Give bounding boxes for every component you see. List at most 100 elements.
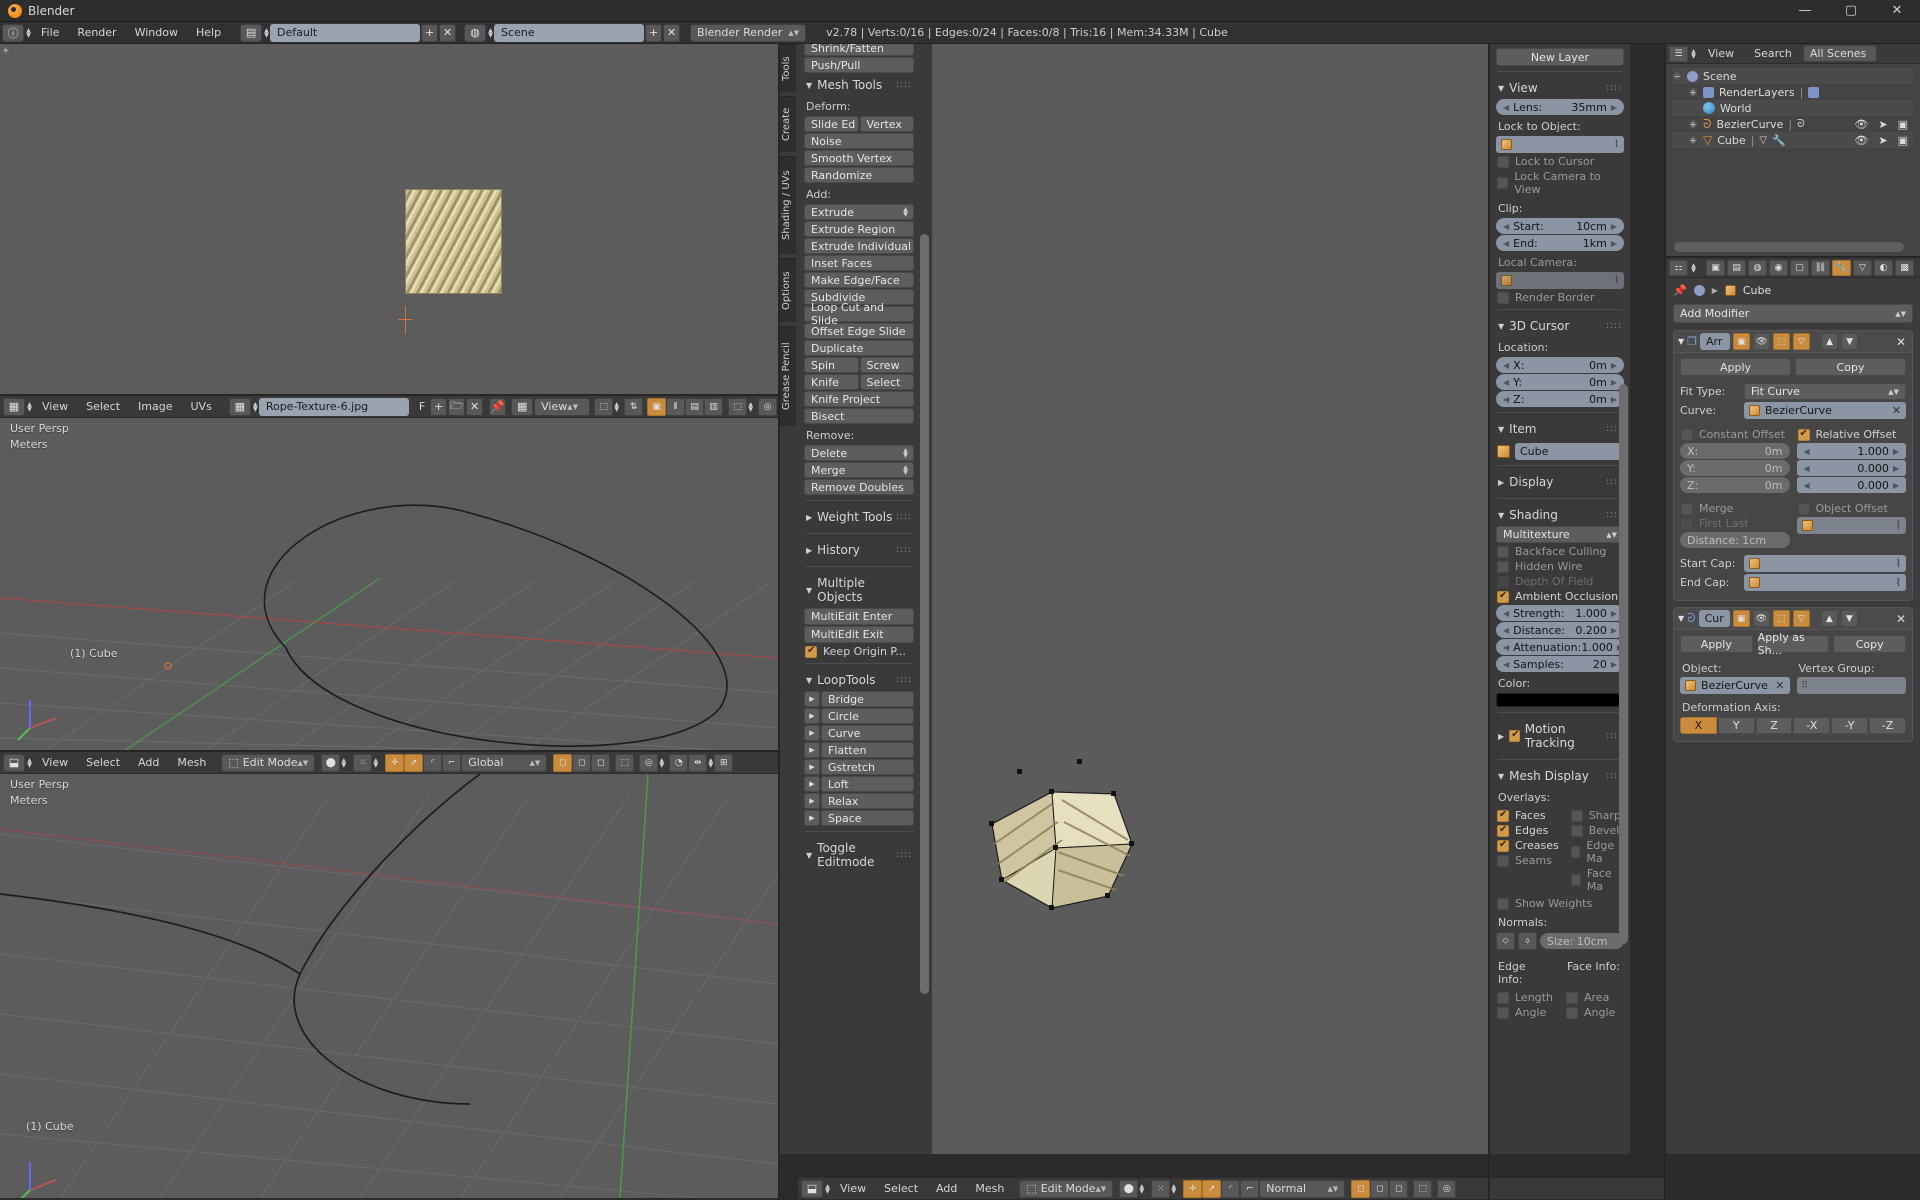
layer-button-2[interactable]: ◻ <box>572 753 592 772</box>
selectability-cursor-icon[interactable]: ➤ <box>1878 134 1887 147</box>
scale-manipulator-icon-right[interactable]: ⌐ <box>1240 1179 1260 1198</box>
viewport-editor-type-spinner-icon[interactable]: ▲ ▼ <box>26 754 33 772</box>
add-object-icon[interactable]: ⊞ <box>714 753 734 772</box>
eyedropper-icon[interactable]: ⌇ <box>1896 519 1901 532</box>
axis-y-button[interactable]: Y <box>1717 717 1755 734</box>
keep-origin-checkbox-icon[interactable] <box>805 645 817 658</box>
array-apply-button[interactable]: Apply <box>1680 358 1791 376</box>
looptool-space[interactable]: Space <box>821 810 914 826</box>
viewport-right-editor-spinner-icon[interactable]: ▲ ▼ <box>824 1180 831 1198</box>
checkbox-face-marks[interactable]: Face Ma <box>1570 867 1623 893</box>
backface-culling-checkbox-icon[interactable] <box>1497 545 1509 558</box>
object-offset-checkbox-icon[interactable] <box>1797 502 1810 515</box>
rel-y-inc-icon[interactable]: ▶ <box>1893 464 1899 473</box>
pivot-spinner-right[interactable]: ▲ ▼ <box>1170 1180 1177 1198</box>
tool-shrink-fatten[interactable]: Shrink/Fatten <box>804 44 914 56</box>
manipulator-toggle-icon[interactable]: ✛ <box>385 753 405 772</box>
add-scene-button[interactable]: + <box>645 23 663 42</box>
outliner-row-world[interactable]: World <box>1672 100 1914 116</box>
constraints-properties-icon[interactable]: ⛓ <box>1811 259 1830 276</box>
transform-orientation-select[interactable]: Global ▲▼ <box>461 753 548 772</box>
tab-grease-pencil[interactable]: Grease Pencil <box>780 326 796 426</box>
checkbox-creases[interactable]: Creases <box>1497 839 1559 852</box>
image-browse-icon[interactable]: ▦ <box>228 397 251 416</box>
tool-bisect[interactable]: Bisect <box>804 408 914 424</box>
uv-editor-type-icon[interactable]: ▦ <box>3 397 25 416</box>
tool-multiedit-enter[interactable]: MultiEdit Enter <box>804 608 914 625</box>
edit-mode-display-icon[interactable]: ⬚ <box>1772 610 1790 627</box>
cursor-y-inc-icon[interactable]: ▶ <box>1611 378 1617 387</box>
lens-inc-icon[interactable]: ▶ <box>1611 103 1617 112</box>
rel-x-dec-icon[interactable]: ◀ <box>1804 447 1810 456</box>
n-panel-scrollbar[interactable] <box>1619 384 1628 944</box>
vpr-menu-select[interactable]: Select <box>875 1182 927 1195</box>
screen-layout-icon[interactable]: ▤ <box>240 23 263 42</box>
tool-slide-edge[interactable]: Slide Ed <box>804 116 859 132</box>
uv-sticky-vertex-icon[interactable]: ▣ <box>647 397 667 416</box>
tool-randomize[interactable]: Randomize <box>804 167 914 183</box>
looptool-curve[interactable]: Curve <box>821 725 914 741</box>
looptool-expand-icon[interactable]: ▶ <box>804 810 820 826</box>
tool-spin[interactable]: Spin <box>804 357 859 373</box>
move-up-icon[interactable]: ▲ <box>1821 333 1839 350</box>
cursor-z-field[interactable]: ◀ Z: 0m ▶ <box>1496 391 1624 407</box>
move-down-icon[interactable]: ▼ <box>1841 333 1859 350</box>
array-copy-button[interactable]: Copy <box>1795 358 1906 376</box>
normals-vertex-icon[interactable]: ⬦ <box>1496 932 1515 950</box>
clip-start-field[interactable]: ◀ Start: 10cm ▶ <box>1496 218 1624 234</box>
manipulator-toggle-icon-right[interactable]: ✛ <box>1183 1179 1203 1198</box>
uv-menu-select[interactable]: Select <box>77 400 129 413</box>
cursor-x-field[interactable]: ◀ X: 0m ▶ <box>1496 357 1624 373</box>
interaction-mode-select[interactable]: ⬚ Edit Mode ▲▼ <box>221 753 316 772</box>
fake-user-button[interactable]: F <box>415 400 429 413</box>
area-splitter-vertical-2[interactable] <box>1488 44 1490 1200</box>
screen-layout-spinner-icon[interactable]: ▲ ▼ <box>263 24 270 42</box>
curve-vertex-group-field[interactable]: ⠿ <box>1796 677 1906 694</box>
viewport-shading-icon-right[interactable]: ⬤ <box>1119 1179 1139 1198</box>
layer-button-1[interactable]: ◻ <box>553 753 573 772</box>
tool-push-pull[interactable]: Push/Pull <box>804 57 914 73</box>
merge-checkbox-icon[interactable] <box>1681 502 1693 515</box>
uv-view-mode-icon[interactable]: ▦ <box>511 397 534 416</box>
constant-offset-checkbox-icon[interactable] <box>1681 428 1693 441</box>
vp-menu-add[interactable]: Add <box>129 756 168 769</box>
delete-modifier-icon[interactable]: ✕ <box>1896 335 1908 349</box>
cursor-x-dec-icon[interactable]: ◀ <box>1503 361 1509 370</box>
array-offset-object-field[interactable]: ⌇ <box>1796 517 1906 534</box>
render-border-checkbox-icon[interactable] <box>1497 291 1509 304</box>
viewport-shading-spinner-icon[interactable]: ▲ ▼ <box>340 754 347 772</box>
proportional-edit-icon-right[interactable]: ⬚ <box>1413 1179 1433 1198</box>
scene-field[interactable]: Scene <box>494 23 645 42</box>
uv-view-mode-select[interactable]: View ▲▼ <box>534 397 591 416</box>
uv-menu-view[interactable]: View <box>33 400 77 413</box>
delete-spinner-icon[interactable]: ▲ ▼ <box>902 444 909 462</box>
looptool-circle[interactable]: Circle <box>821 708 914 724</box>
image-name-field[interactable]: Rope-Texture-6.jpg <box>258 397 409 416</box>
delete-scene-button[interactable]: ✕ <box>663 23 681 42</box>
tool-screw[interactable]: Screw <box>859 357 914 373</box>
ao-attenuation-field[interactable]: ◀ Attenuation: 1.000 ▶ <box>1496 639 1624 655</box>
checkbox-hidden-wire[interactable]: Hidden Wire <box>1497 560 1623 573</box>
sharp-checkbox-icon[interactable] <box>1570 809 1583 822</box>
render-visibility-icon[interactable]: ▣ <box>1733 333 1751 350</box>
looptool-expand-icon[interactable]: ▶ <box>804 742 820 758</box>
outliner-row-renderlayers[interactable]: + RenderLayers | <box>1672 84 1914 100</box>
tab-options[interactable]: Options <box>780 258 796 322</box>
viewport-3d-bottom[interactable]: User Persp Meters (1) Cube <box>0 774 778 1198</box>
curve-apply-as-shape-button[interactable]: Apply as Sh... <box>1756 631 1830 657</box>
uv-select-mode-icon[interactable]: ⬚ <box>594 397 614 416</box>
looptool-gstretch[interactable]: Gstretch <box>821 759 914 775</box>
checkbox-merge[interactable]: Merge <box>1681 502 1789 515</box>
modifier-expand-icon[interactable]: ▼ <box>1678 614 1684 623</box>
looptool-expand-icon[interactable]: ▶ <box>804 759 820 775</box>
checkbox-face-angle[interactable]: Angle <box>1566 1006 1623 1019</box>
clear-curve-icon[interactable]: ✕ <box>1892 404 1901 417</box>
panel-history-header[interactable]: ▶ History :::: <box>804 539 914 561</box>
viewport-visibility-icon[interactable]: 👁 <box>1753 333 1771 350</box>
tool-extrude-individual[interactable]: Extrude Individual <box>804 238 914 254</box>
clear-object-icon[interactable]: ✕ <box>1775 679 1784 692</box>
creases-checkbox-icon[interactable] <box>1497 839 1509 852</box>
outliner-row-scene[interactable]: − Scene <box>1672 68 1914 84</box>
rotate-manipulator-icon-right[interactable]: ◜ <box>1221 1179 1241 1198</box>
layer-button-3-right[interactable]: ◻ <box>1389 1179 1409 1198</box>
